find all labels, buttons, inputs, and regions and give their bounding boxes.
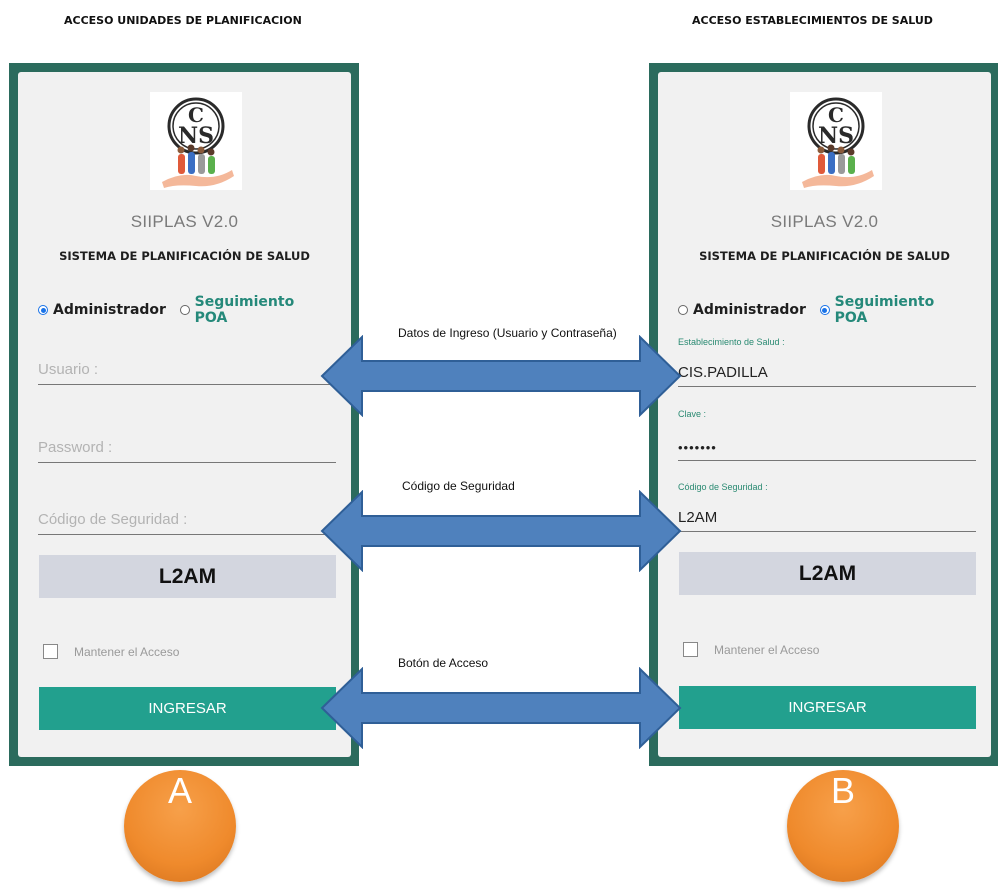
security-code-input[interactable]: Código de Seguridad : L2AM bbox=[678, 482, 976, 532]
ingresar-button[interactable]: INGRESAR bbox=[39, 687, 336, 730]
label-access-button: Botón de Acceso bbox=[398, 656, 489, 670]
radio-unselected-icon[interactable] bbox=[678, 305, 688, 315]
remember-label: Mantener el Acceso bbox=[714, 642, 820, 657]
app-title: SIIPLAS V2.0 bbox=[770, 212, 879, 231]
radio-selected-icon[interactable] bbox=[38, 305, 48, 315]
label-credentials: Datos de Ingreso (Usuario y Contraseña) bbox=[398, 326, 617, 340]
radio-seguimiento-poa[interactable]: Seguimiento POA bbox=[179, 294, 327, 326]
remember-access[interactable]: Mantener el Acceso bbox=[43, 644, 179, 659]
heading-left: ACCESO UNIDADES DE PLANIFICACION bbox=[64, 14, 302, 27]
login-panel-b: C NS SIIPLAS V2.0 SISTEMA DE PLANIFICACI… bbox=[649, 63, 998, 766]
login-panel-a: C NS SIIPLAS V2.0 SISTEMA DE PLANIFICACI… bbox=[9, 63, 359, 766]
radio-seguimiento-poa-label: Seguimiento POA bbox=[194, 294, 295, 326]
usuario-input[interactable]: Usuario : bbox=[38, 354, 336, 385]
security-code-placeholder: Código de Seguridad : bbox=[38, 511, 188, 528]
login-card-b: C NS SIIPLAS V2.0 SISTEMA DE PLANIFICACI… bbox=[658, 72, 991, 757]
svg-text:NS: NS bbox=[178, 123, 214, 149]
clave-value: ••••••• bbox=[678, 440, 717, 455]
app-title: SIIPLAS V2.0 bbox=[130, 212, 239, 231]
clave-label: Clave : bbox=[678, 409, 707, 419]
password-input[interactable]: Password : bbox=[38, 422, 336, 463]
login-card-a: C NS SIIPLAS V2.0 SISTEMA DE PLANIFICACI… bbox=[18, 72, 351, 757]
login-type-group: Administrador Seguimiento POA bbox=[38, 294, 341, 326]
usuario-placeholder: Usuario : bbox=[38, 361, 99, 378]
security-code-input[interactable]: Código de Seguridad : bbox=[38, 492, 336, 535]
security-code-value: L2AM bbox=[678, 509, 718, 526]
radio-unselected-icon[interactable] bbox=[179, 305, 190, 315]
double-arrow-credentials bbox=[320, 335, 682, 417]
captcha-display: L2AM bbox=[39, 555, 336, 598]
radio-seguimiento-poa-label: Seguimiento POA bbox=[834, 294, 935, 326]
ingresar-button[interactable]: INGRESAR bbox=[679, 686, 976, 729]
double-arrow-button bbox=[320, 667, 682, 749]
radio-seguimiento-poa[interactable]: Seguimiento POA bbox=[819, 294, 967, 326]
establecimiento-value: CIS.PADILLA bbox=[678, 364, 768, 381]
label-security-code: Código de Seguridad bbox=[402, 479, 515, 493]
radio-administrador-label: Administrador bbox=[53, 302, 166, 318]
remember-label: Mantener el Acceso bbox=[74, 644, 180, 659]
password-placeholder: Password : bbox=[38, 439, 113, 456]
radio-administrador[interactable]: Administrador bbox=[678, 302, 806, 318]
checkbox-icon[interactable] bbox=[683, 642, 698, 657]
double-arrow-code bbox=[320, 490, 682, 572]
login-type-group: Administrador Seguimiento POA bbox=[678, 294, 981, 326]
security-code-label: Código de Seguridad : bbox=[678, 482, 768, 492]
badge-b: B bbox=[787, 770, 899, 882]
establecimiento-input[interactable]: Establecimiento de Salud : CIS.PADILLA bbox=[678, 337, 976, 387]
captcha-display: L2AM bbox=[679, 552, 976, 595]
heading-right: ACCESO ESTABLECIMIENTOS DE SALUD bbox=[692, 14, 933, 27]
cns-logo: C NS bbox=[150, 92, 242, 190]
establecimiento-label: Establecimiento de Salud : bbox=[678, 337, 785, 347]
badge-a: A bbox=[124, 770, 236, 882]
remember-access[interactable]: Mantener el Acceso bbox=[683, 642, 819, 657]
radio-selected-icon[interactable] bbox=[819, 305, 830, 315]
radio-administrador[interactable]: Administrador bbox=[38, 302, 166, 318]
radio-administrador-label: Administrador bbox=[693, 302, 806, 318]
cns-logo: C NS bbox=[790, 92, 882, 190]
clave-input[interactable]: Clave : ••••••• bbox=[678, 409, 976, 461]
app-subtitle: SISTEMA DE PLANIFICACIÓN DE SALUD bbox=[59, 249, 310, 263]
svg-text:NS: NS bbox=[818, 123, 854, 149]
checkbox-icon[interactable] bbox=[43, 644, 58, 659]
app-subtitle: SISTEMA DE PLANIFICACIÓN DE SALUD bbox=[699, 249, 950, 263]
